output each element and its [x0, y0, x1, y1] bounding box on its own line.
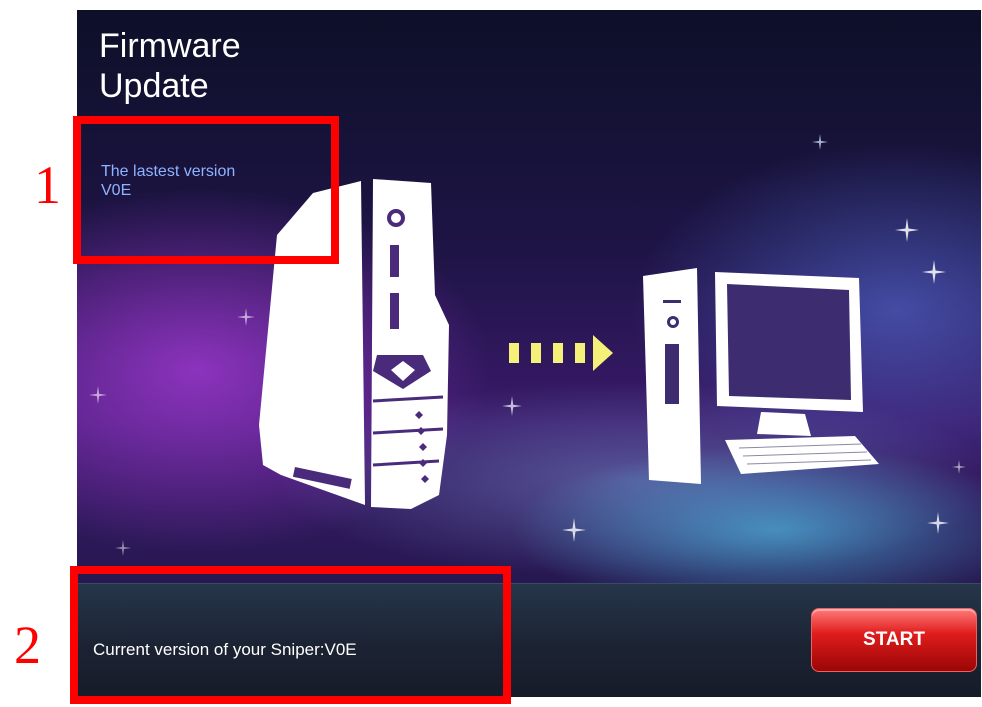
title-line-2: Update [99, 67, 209, 105]
title-line-1: Firmware [99, 27, 241, 65]
arrow-right-icon [509, 335, 613, 371]
start-button[interactable]: START [811, 608, 977, 672]
sparkle-icon [562, 518, 586, 542]
page-title: Firmware Update [99, 26, 241, 106]
sparkle-icon [502, 396, 522, 416]
sparkle-icon [922, 260, 946, 284]
sparkle-icon [115, 540, 131, 556]
callout-box-2 [70, 566, 511, 704]
sparkle-icon [927, 512, 949, 534]
callout-number-1: 1 [34, 155, 61, 215]
sparkle-icon [952, 460, 966, 474]
sparkle-icon [89, 386, 107, 404]
desktop-computer-icon [643, 268, 879, 484]
callout-box-1 [73, 116, 339, 264]
sparkle-icon [895, 218, 919, 242]
sparkle-icon [812, 134, 828, 150]
callout-number-2: 2 [14, 615, 41, 675]
